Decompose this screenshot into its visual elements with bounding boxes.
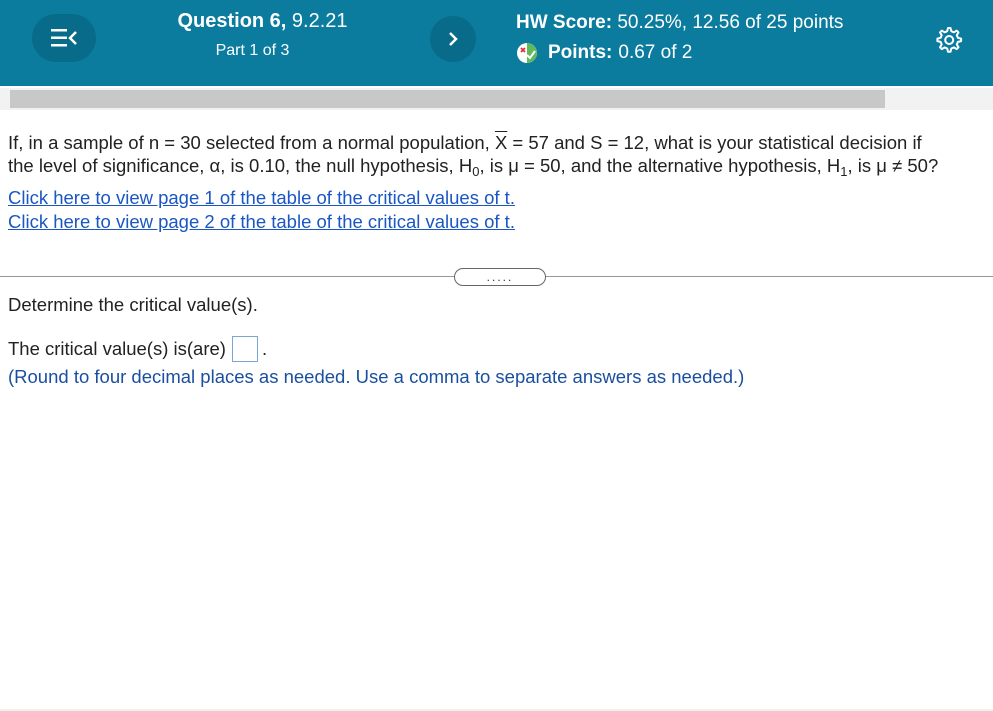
points-value: 0.67 of 2 bbox=[618, 42, 693, 63]
question-text-part: If, in a sample of n = 30 selected from … bbox=[8, 132, 495, 153]
question-text-part: the level of significance, α, is 0.10, t… bbox=[8, 155, 473, 176]
question-menu-button[interactable] bbox=[32, 14, 96, 62]
chevron-right-icon bbox=[449, 32, 458, 46]
hw-score-label: HW Score: bbox=[516, 12, 613, 33]
menu-collapse-icon bbox=[51, 29, 77, 47]
rounding-hint: (Round to four decimal places as needed.… bbox=[8, 366, 745, 387]
next-question-button[interactable] bbox=[430, 16, 476, 62]
question-text-part: , is μ ≠ 50? bbox=[847, 155, 939, 176]
partial-points-icon bbox=[517, 43, 537, 63]
progress-strip bbox=[0, 88, 993, 110]
part-indicator: Part 1 of 3 bbox=[215, 42, 290, 59]
header-bar: Question 6, 9.2.21 Part 1 of 3 HW Score:… bbox=[0, 0, 993, 86]
question-text-part: = 57 and S = 12, what is your statistica… bbox=[507, 132, 922, 153]
expand-button[interactable]: ..... bbox=[454, 268, 546, 286]
question-number: 9.2.21 bbox=[291, 10, 348, 32]
table-page2-link[interactable]: Click here to view page 2 of the table o… bbox=[8, 210, 515, 234]
question-label: Question 6, bbox=[177, 10, 287, 32]
points: Points: 0.67 of 2 bbox=[516, 42, 692, 64]
part-prompt: Determine the critical value(s). bbox=[8, 294, 258, 315]
answer-suffix: . bbox=[261, 338, 268, 359]
answer-label: The critical value(s) is(are) bbox=[8, 338, 226, 359]
progress-strip-fill bbox=[10, 90, 885, 108]
gear-icon[interactable] bbox=[932, 24, 964, 56]
answer-line: The critical value(s) is(are) . bbox=[8, 336, 267, 362]
points-label: Points: bbox=[548, 42, 613, 63]
table-page1-link[interactable]: Click here to view page 1 of the table o… bbox=[8, 186, 515, 210]
critical-value-input[interactable] bbox=[231, 336, 258, 362]
x-bar: X bbox=[494, 132, 508, 153]
hw-score-value: 50.25%, 12.56 of 25 points bbox=[617, 12, 844, 33]
hw-score: HW Score: 50.25%, 12.56 of 25 points bbox=[516, 12, 843, 34]
h1-subscript: 1 bbox=[840, 164, 848, 179]
question-title: Question 6, 9.2.21 bbox=[160, 10, 365, 33]
question-text: If, in a sample of n = 30 selected from … bbox=[8, 131, 993, 179]
question-text-part: , is μ = 50, and the alternative hypothe… bbox=[479, 155, 841, 176]
